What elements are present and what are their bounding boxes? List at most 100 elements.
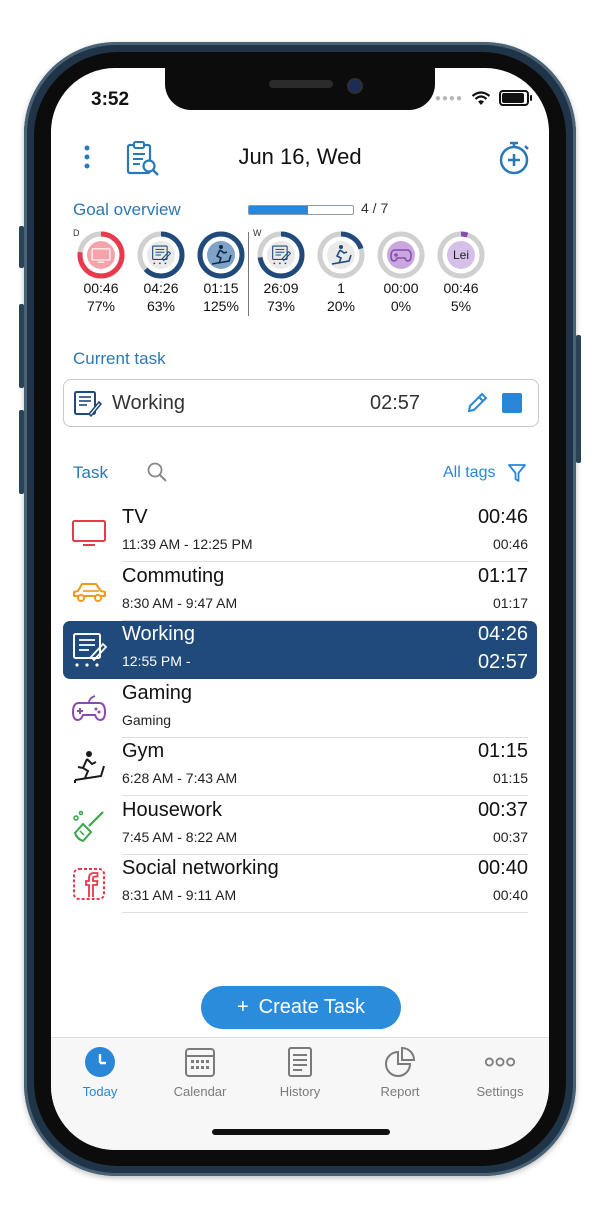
goal-ring-progress: Lei <box>437 231 485 279</box>
goal-ring-value: 04:26 <box>143 280 179 296</box>
task-name: Commuting <box>122 564 225 587</box>
task-duration-sub: 02:57 <box>477 651 528 673</box>
task-duration: 00:40 <box>477 857 528 879</box>
phone-screen: 3:52 ●●●● Jun 16, Wed Goal overview 4 / … <box>51 68 549 1150</box>
tab-history[interactable]: History <box>260 1046 340 1099</box>
working-icon <box>67 633 111 667</box>
current-task-name: Working <box>112 392 185 414</box>
side-button <box>19 226 24 268</box>
task-section-title: Task <box>73 463 108 482</box>
clock-icon <box>84 1046 116 1078</box>
filter-icon[interactable] <box>507 462 527 484</box>
goal-ring-percent: 77% <box>86 298 116 314</box>
task-name: Social networking <box>122 857 279 879</box>
home-indicator <box>212 1129 390 1135</box>
header-date: Jun 16, Wed <box>238 144 362 169</box>
goal-ring-progress <box>257 231 305 279</box>
goal-ring-value: 00:46 <box>83 280 119 296</box>
goal-ring[interactable]: 26:09 73% <box>253 231 309 315</box>
power-button <box>576 335 581 463</box>
gaming-icon <box>387 241 415 269</box>
task-name: Working <box>122 623 195 645</box>
status-icons: ●●●● <box>434 90 532 106</box>
task-duration-sub: 01:17 <box>492 594 528 611</box>
tv-icon <box>67 516 111 550</box>
task-duration: 00:37 <box>477 798 528 821</box>
stop-icon[interactable] <box>502 393 522 413</box>
create-task-label: Create Task <box>258 996 366 1018</box>
task-duration-sub: 01:15 <box>492 770 528 786</box>
goal-ring-value: 26:09 <box>263 280 299 296</box>
tab-report[interactable]: Report <box>360 1046 440 1099</box>
task-row[interactable]: Gaming Gaming <box>63 680 537 738</box>
pie-chart-icon <box>384 1046 416 1078</box>
tab-today-label: Today <box>82 1084 118 1099</box>
task-name: Housework <box>122 798 223 821</box>
task-duration: 00:46 <box>477 506 528 528</box>
goal-ring[interactable]: 00:46 77% <box>73 231 129 315</box>
goal-ring[interactable]: Lei 00:46 5% <box>433 231 489 315</box>
task-time-range: 8:31 AM - 9:11 AM <box>122 887 237 903</box>
leisure-icon: Lei <box>447 241 475 269</box>
notch <box>165 68 435 110</box>
goal-ring[interactable]: 00:00 0% <box>373 231 429 315</box>
task-row[interactable]: Commuting 8:30 AM - 9:47 AM 01:17 01:17 <box>63 563 537 621</box>
working-icon <box>267 241 295 269</box>
tab-settings[interactable]: Settings <box>460 1046 540 1099</box>
task-row[interactable]: Social networking 8:31 AM - 9:11 AM 00:4… <box>63 855 537 913</box>
goal-ring[interactable]: 1 20% <box>313 231 369 315</box>
task-name: TV <box>122 506 148 528</box>
ring-icon-label: Lei <box>452 248 469 262</box>
task-row[interactable]: Housework 7:45 AM - 8:22 AM 00:37 00:37 <box>63 797 537 855</box>
task-time-range: Gaming <box>122 711 172 728</box>
working-icon <box>147 241 175 269</box>
task-row[interactable]: Gym 6:28 AM - 7:43 AM 01:15 01:15 <box>63 738 537 796</box>
goal-progress-label: 4 / 7 <box>361 200 389 216</box>
task-name: Gym <box>122 740 165 762</box>
current-task-time: 02:57 <box>370 392 421 414</box>
goal-ring-progress <box>317 231 365 279</box>
task-row[interactable]: TV 11:39 AM - 12:25 PM 00:46 00:46 <box>63 504 537 562</box>
search-icon[interactable] <box>146 461 168 483</box>
task-duration-sub: 00:40 <box>492 887 528 903</box>
add-timer-icon[interactable] <box>498 140 532 176</box>
broom-icon <box>67 809 111 843</box>
status-time: 3:52 <box>91 89 130 110</box>
wifi-icon <box>471 90 491 105</box>
tv-icon <box>87 241 115 269</box>
signal-icon: ●●●● <box>434 92 463 104</box>
goal-ring-percent: 63% <box>146 298 176 314</box>
tab-today[interactable]: Today <box>60 1046 140 1099</box>
task-row[interactable]: Working 12:55 PM - 04:26 02:57 <box>63 621 537 679</box>
working-icon <box>72 388 103 418</box>
goal-ring-percent: 73% <box>266 298 296 314</box>
tab-settings-label: Settings <box>476 1084 524 1099</box>
goal-progress-fill <box>249 206 309 214</box>
plus-icon: + <box>236 996 249 1018</box>
gym-icon <box>327 241 355 269</box>
task-duration-sub: 00:46 <box>492 536 528 552</box>
task-time-range: 8:30 AM - 9:47 AM <box>122 594 238 611</box>
more-horizontal-icon <box>484 1046 516 1078</box>
goal-ring-percent: 0% <box>390 298 412 314</box>
goal-ring[interactable]: 04:26 63% <box>133 231 189 315</box>
task-time-range: 6:28 AM - 7:43 AM <box>122 770 238 786</box>
volume-down-button <box>19 410 24 494</box>
edit-pencil-icon[interactable] <box>465 391 489 415</box>
goal-ring-value: 1 <box>337 280 345 296</box>
goal-ring[interactable]: 01:15 125% <box>193 231 249 315</box>
treadmill-icon <box>67 750 111 784</box>
battery-icon <box>499 90 532 106</box>
history-icon <box>284 1046 316 1078</box>
tab-history-label: History <box>279 1084 321 1099</box>
calendar-icon <box>184 1046 216 1078</box>
goal-ring-progress <box>77 231 125 279</box>
task-time-range: 12:55 PM - <box>122 653 191 669</box>
goal-ring-value: 01:15 <box>203 280 239 296</box>
current-task-card[interactable]: Working 02:57 <box>63 379 539 427</box>
task-duration: 01:15 <box>477 740 528 762</box>
create-task-button[interactable]: + Create Task <box>201 986 401 1029</box>
tab-calendar[interactable]: Calendar <box>160 1046 240 1099</box>
goal-ring-percent: 20% <box>326 298 356 314</box>
all-tags-filter[interactable]: All tags <box>443 464 495 482</box>
